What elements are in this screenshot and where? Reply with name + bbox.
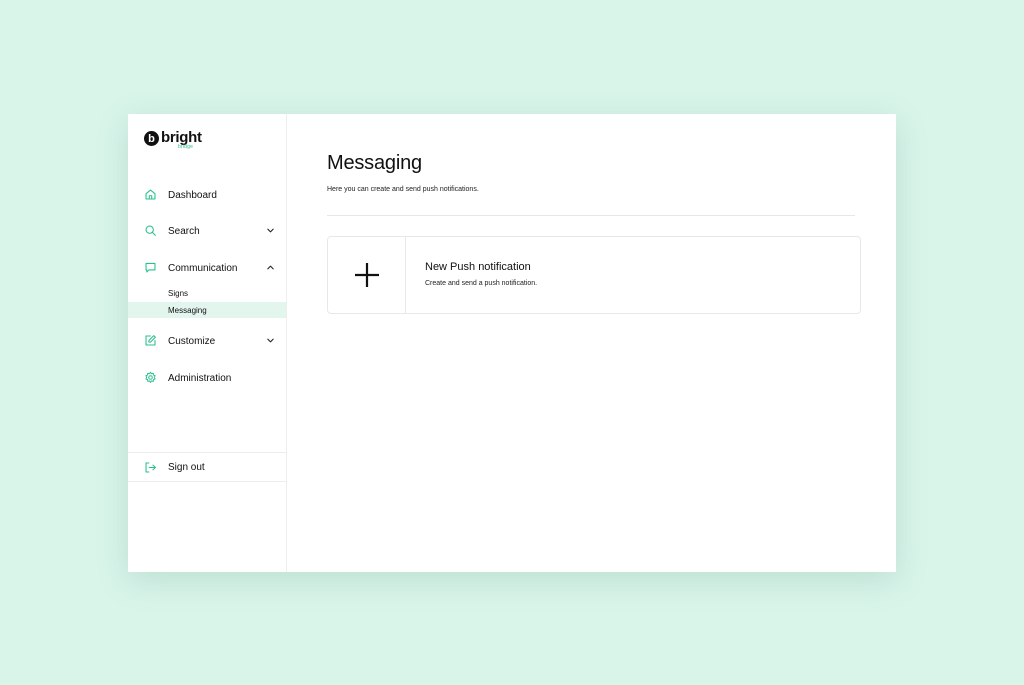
- edit-icon: [145, 335, 156, 346]
- sidebar-subitem-messaging[interactable]: Messaging: [128, 302, 286, 318]
- sign-out-button[interactable]: Sign out: [128, 452, 286, 482]
- sidebar-item-search[interactable]: Search: [128, 222, 286, 240]
- chevron-down-icon[interactable]: [266, 336, 275, 345]
- chat-bubble-icon: [145, 262, 156, 273]
- sign-out-label: Sign out: [168, 462, 205, 473]
- gear-icon: [145, 371, 156, 383]
- card-description: Create and send a push notification.: [425, 280, 538, 287]
- sidebar-item-communication[interactable]: Communication: [128, 259, 286, 277]
- page-title: Messaging: [327, 152, 422, 174]
- sidebar-item-customize[interactable]: Customize: [128, 332, 286, 350]
- sidebar-item-label: Search: [168, 225, 200, 237]
- sidebar-item-label: Administration: [168, 372, 232, 384]
- card-title: New Push notification: [425, 261, 531, 273]
- new-push-notification-card[interactable]: New Push notification Create and send a …: [327, 236, 861, 314]
- app-window: b bright bridge Dashboard Search Communi…: [128, 114, 896, 572]
- logo-mark: b: [144, 131, 159, 146]
- sidebar-subitem-label: Signs: [168, 288, 189, 298]
- divider: [327, 215, 855, 216]
- sidebar-item-label: Dashboard: [168, 189, 217, 201]
- sidebar-subitem-signs[interactable]: Signs: [128, 285, 286, 301]
- brand-logo[interactable]: b bright bridge: [144, 130, 202, 150]
- main-content: Messaging Here you can create and send p…: [287, 114, 896, 572]
- chevron-down-icon[interactable]: [266, 226, 275, 235]
- card-icon-area: [328, 237, 406, 313]
- plus-icon: [354, 263, 379, 287]
- sidebar-subitem-label: Messaging: [168, 305, 207, 315]
- sidebar-item-dashboard[interactable]: Dashboard: [128, 186, 286, 204]
- brand-name: bright: [161, 129, 202, 146]
- chevron-up-icon[interactable]: [266, 263, 275, 272]
- sidebar-item-label: Communication: [168, 262, 238, 274]
- search-icon: [145, 225, 156, 236]
- page-subtitle: Here you can create and send push notifi…: [327, 186, 479, 193]
- sidebar: b bright bridge Dashboard Search Communi…: [128, 114, 287, 572]
- sidebar-item-label: Customize: [168, 335, 216, 347]
- sidebar-item-administration[interactable]: Administration: [128, 369, 286, 387]
- home-icon: [145, 189, 156, 200]
- sign-out-icon: [145, 462, 156, 473]
